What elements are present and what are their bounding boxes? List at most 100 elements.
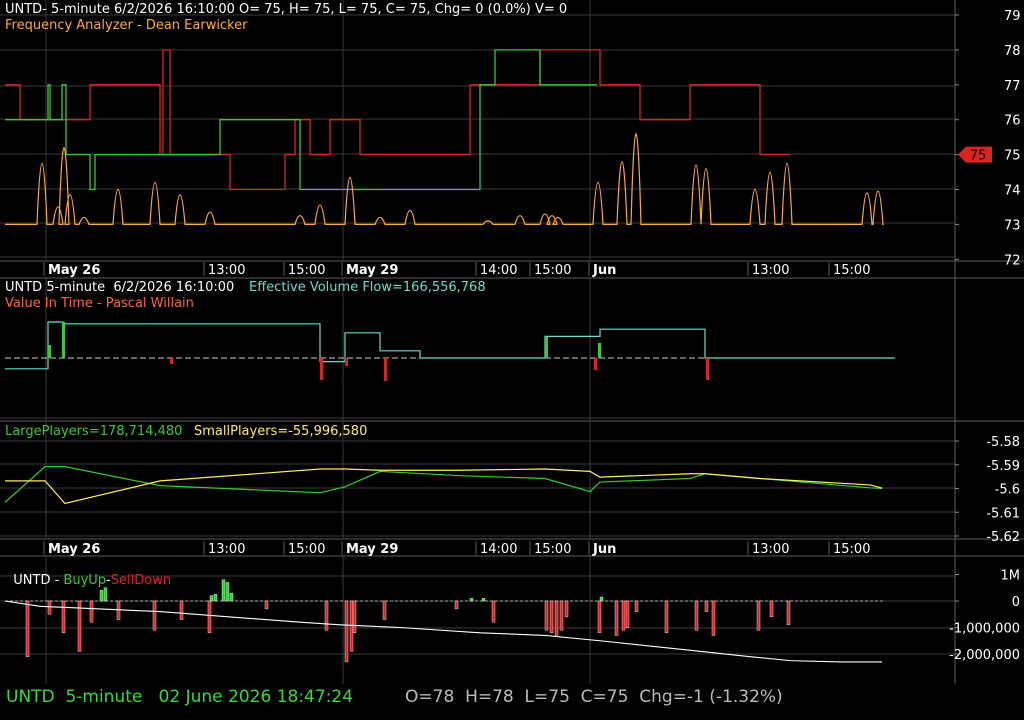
- buyup-bar: [213, 594, 218, 602]
- price-axis-label: 78: [1004, 44, 1021, 59]
- selldown-bar: [621, 600, 626, 631]
- time-axis-label: 15:00: [288, 542, 325, 557]
- price-axis-label: 72: [1004, 253, 1021, 268]
- status-ohlc: O=78 H=78 L=75 C=75 Chg=-1 (-1.32%): [405, 687, 783, 707]
- time-axis-label: 13:00: [752, 542, 789, 557]
- selldown-bar: [769, 600, 774, 618]
- buyup-symbol: UNTD -: [13, 573, 64, 588]
- flow-down-bar: [345, 358, 348, 366]
- selldown-bar: [559, 600, 564, 631]
- selldown-bar: [549, 600, 554, 633]
- orange-frequency-series: [5, 133, 884, 226]
- players-axis-label: -5.58: [986, 435, 1020, 450]
- buyup-axis-label: -1,000,000: [949, 622, 1020, 637]
- selldown-bar: [634, 600, 639, 612]
- buyup-bar: [103, 587, 108, 602]
- flow-down-bar: [320, 358, 323, 380]
- selldown-bar: [344, 600, 349, 663]
- small-players-line: [5, 468, 883, 505]
- large-players-label: LargePlayers=178,714,480: [5, 424, 183, 439]
- time-axis-label: 13:00: [752, 263, 789, 278]
- selldown-bar: [352, 600, 357, 633]
- selldown-bar: [382, 600, 387, 620]
- selldown-bar: [564, 600, 569, 618]
- price-axis-label: 76: [1004, 114, 1021, 129]
- selldown-bar: [47, 600, 52, 615]
- selldown-bar: [61, 600, 66, 633]
- status-symbol-info: UNTD 5-minute 02 June 2026 18:47:24: [6, 687, 354, 707]
- time-axis-label: 15:00: [288, 263, 325, 278]
- time-axis-label: Jun: [592, 263, 616, 278]
- selldown-bar: [614, 600, 619, 636]
- time-axis-label: May 29: [346, 542, 398, 557]
- price-axis-label: 74: [1004, 184, 1021, 199]
- time-axis-label: 15:00: [534, 263, 571, 278]
- price-axis-label: 79: [1004, 9, 1021, 24]
- flow-up-bar: [598, 343, 601, 358]
- players-axis-label: -5.62: [986, 530, 1020, 545]
- selldown-bar: [756, 600, 761, 631]
- selldown-bar: [264, 600, 269, 610]
- flow-down-bar: [384, 358, 387, 381]
- selldown-bar: [704, 600, 709, 612]
- price-axis-label: 75: [1004, 149, 1021, 164]
- selldown-bar: [491, 600, 496, 623]
- buyup-panel-header: UNTD - BuyUp-SellDown: [5, 558, 171, 588]
- buyup-bar: [99, 590, 104, 602]
- buyup-axis-label: -2,000,000: [949, 648, 1020, 663]
- status-bar: UNTD 5-minute 02 June 2026 18:47:24 O=78…: [0, 684, 1024, 720]
- time-axis-label: May 26: [48, 542, 100, 557]
- players-axis-label: -5.6: [995, 483, 1020, 498]
- buyup-bar: [469, 598, 474, 602]
- effective-volume-flow-label: Effective Volume Flow=166,556,768: [249, 280, 486, 295]
- cumulative-buyup-selldown-line: [4, 600, 882, 663]
- selldown-bar: [694, 600, 699, 631]
- buyup-axis-label: 0: [1012, 595, 1020, 610]
- players-axis-label: -5.59: [986, 459, 1020, 474]
- volume-flow-panel-header: UNTD 5-minute 6/2/2026 16:10:00: [5, 280, 235, 295]
- selldown-bar: [207, 600, 212, 633]
- selldown-bar: [324, 600, 329, 631]
- buyup-axis-label: 1M: [1001, 569, 1021, 584]
- small-players-label: SmallPlayers=-55,996,580: [194, 424, 368, 439]
- buyup-bar: [599, 596, 604, 602]
- buyup-bar: [209, 595, 214, 602]
- time-axis-label: 14:00: [480, 263, 517, 278]
- buyup-label: BuyUp: [63, 573, 107, 588]
- price-axis-label: 73: [1004, 218, 1021, 233]
- selldown-bar: [25, 600, 30, 657]
- buyup-bar: [221, 579, 226, 602]
- effective-volume-flow-line: [5, 321, 895, 370]
- time-axis-label: 15:00: [833, 542, 870, 557]
- time-axis-label: 13:00: [208, 542, 245, 557]
- time-axis-label: Jun: [592, 542, 616, 557]
- selldown-bar: [349, 600, 354, 652]
- selldown-bar: [711, 600, 716, 636]
- frequency-analyzer-label: Frequency Analyzer - Dean Earwicker: [5, 18, 248, 33]
- red-step-series: [5, 49, 790, 191]
- flow-down-bar: [594, 358, 597, 370]
- flow-up-bar: [62, 322, 65, 358]
- selldown-bar: [597, 600, 602, 633]
- buyup-bar: [481, 598, 486, 602]
- buyup-bar: [229, 592, 234, 602]
- price-panel-header: UNTD- 5-minute 6/2/2026 16:10:00 O= 75, …: [5, 2, 568, 17]
- price-axis-label: 77: [1004, 79, 1021, 94]
- selldown-bar: [664, 600, 669, 633]
- selldown-bar: [544, 600, 549, 631]
- flow-up-bar: [545, 337, 548, 358]
- time-axis-label: May 29: [346, 263, 398, 278]
- selldown-bar: [152, 600, 157, 631]
- buyup-bar: [225, 582, 230, 602]
- flow-down-bar: [170, 358, 173, 364]
- time-axis-label: 14:00: [480, 542, 517, 557]
- selldown-bar: [786, 600, 791, 626]
- time-axis-label: 15:00: [833, 263, 870, 278]
- players-axis-label: -5.61: [986, 506, 1020, 521]
- flow-up-bar: [48, 345, 51, 358]
- selldown-bar: [554, 600, 559, 636]
- time-axis-label: May 26: [48, 263, 100, 278]
- selldown-label: SellDown: [110, 573, 172, 588]
- value-in-time-label: Value In Time - Pascal Willain: [5, 296, 194, 311]
- last-price-marker-label: 75: [970, 149, 987, 164]
